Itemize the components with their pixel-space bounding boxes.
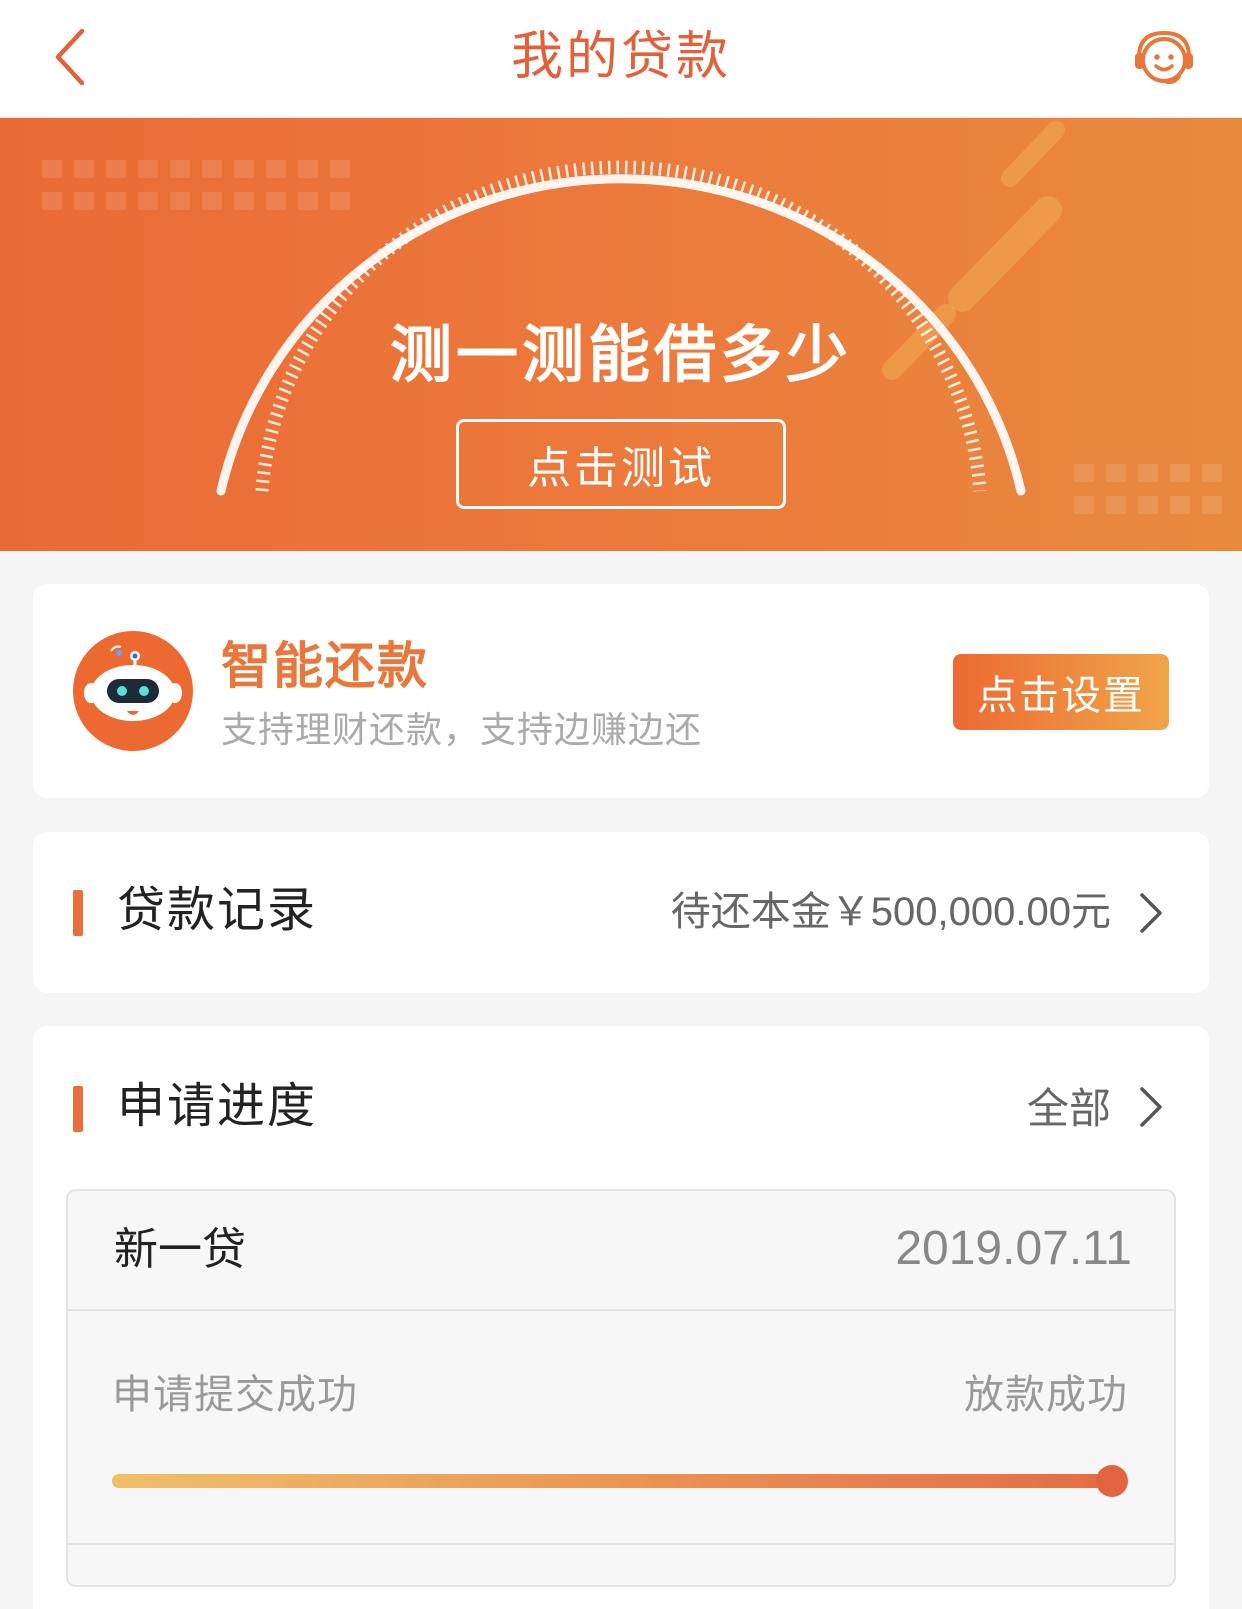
chevron-right-icon[interactable]: [1133, 1082, 1169, 1132]
application-header: 新一贷 2019.07.11: [68, 1191, 1174, 1311]
progress-title: 申请进度: [117, 1080, 318, 1133]
top-nav-bar: 我的贷款: [0, 0, 1242, 118]
divider: [68, 1543, 1174, 1545]
page-title: 我的贷款: [510, 28, 731, 86]
robot-icon: [73, 631, 193, 751]
application-item[interactable]: 新一贷 2019.07.11 申请提交成功 放款成功: [66, 1189, 1176, 1587]
step-disbursed-label: 放款成功: [964, 1373, 1128, 1417]
application-progress-card: 申请进度 全部 新一贷 2019.07.11 申请提交成功 放款成功: [33, 1026, 1209, 1609]
loan-record-row[interactable]: 贷款记录 待还本金￥500,000.00元: [33, 832, 1209, 993]
setup-button[interactable]: 点击设置: [953, 654, 1169, 730]
progress-track: [112, 1465, 1128, 1497]
loan-record-title: 贷款记录: [117, 884, 318, 937]
application-date: 2019.07.11: [895, 1222, 1132, 1275]
chevron-right-icon: [1133, 888, 1169, 938]
smart-repay-subtitle: 支持理财还款，支持边赚边还: [221, 709, 703, 750]
view-all-link[interactable]: 全部: [1027, 1080, 1111, 1138]
smart-repay-title: 智能还款: [221, 638, 429, 694]
outstanding-principal: 待还本金￥500,000.00元: [670, 890, 1111, 934]
customer-service-icon: [1135, 30, 1193, 85]
banner-title: 测一测能借多少: [389, 321, 852, 390]
section-marker: [73, 890, 83, 936]
loan-product-name: 新一贷: [114, 1225, 246, 1274]
customer-service-button[interactable]: [1124, 20, 1204, 100]
step-submitted-label: 申请提交成功: [112, 1373, 358, 1417]
smart-repay-card: 智能还款 支持理财还款，支持边赚边还 点击设置: [33, 584, 1209, 798]
progress-indicator-dot: [1096, 1465, 1128, 1497]
test-button[interactable]: 点击测试: [456, 419, 786, 509]
loan-estimate-banner: 测一测能借多少 点击测试: [0, 118, 1242, 551]
progress-fill: [112, 1474, 1112, 1488]
section-marker: [73, 1086, 83, 1132]
